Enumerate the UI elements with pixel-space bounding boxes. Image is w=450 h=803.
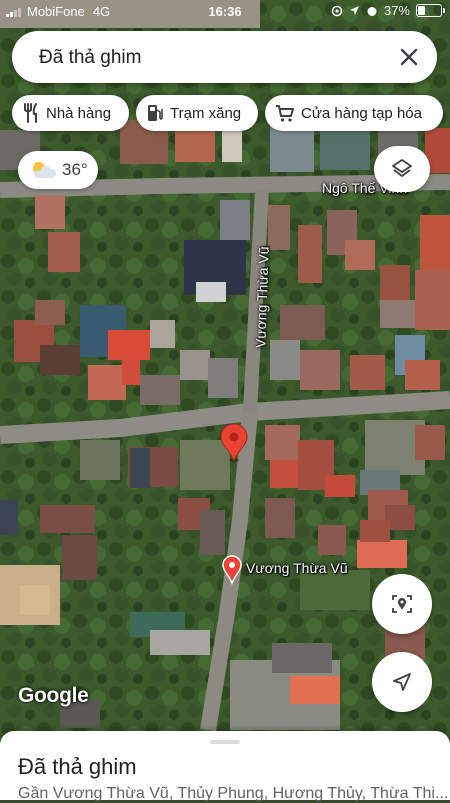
weather-chip[interactable]: 36° — [18, 151, 98, 189]
chip-label: Trạm xăng — [170, 104, 242, 122]
close-icon[interactable] — [391, 39, 427, 75]
chip-gas-stations[interactable]: Trạm xăng — [136, 95, 258, 131]
drag-handle[interactable] — [210, 740, 240, 744]
layers-icon — [392, 159, 412, 177]
layers-button[interactable] — [374, 146, 430, 192]
navigate-button[interactable] — [372, 652, 432, 712]
chip-grocery-stores[interactable]: Cửa hàng tạp hóa — [265, 95, 443, 131]
place-label[interactable]: Vương Thừa Vũ — [246, 560, 348, 576]
sheet-address: Gần Vương Thừa Vũ, Thủy Phung, Hương Thủ… — [18, 785, 449, 802]
restaurant-icon — [24, 103, 37, 123]
gas-station-icon — [148, 105, 163, 121]
my-location-button[interactable] — [372, 574, 432, 634]
battery-icon — [416, 4, 445, 17]
bottom-sheet[interactable]: Đã thả ghim Gần Vương Thừa Vũ, Thủy Phun… — [0, 731, 450, 802]
shopping-cart-icon — [276, 105, 294, 122]
chip-label: Cửa hàng tạp hóa — [301, 104, 422, 122]
status-bar: MobiFone 4G 16:36 37% — [0, 0, 450, 24]
partly-cloudy-icon — [33, 162, 57, 178]
temperature: 36° — [62, 160, 88, 179]
sheet-title: Đã thả ghim — [18, 754, 137, 779]
chip-label: Nhà hàng — [46, 104, 112, 122]
search-bar[interactable]: Đã thả ghim — [12, 31, 437, 83]
search-query[interactable]: Đã thả ghim — [39, 47, 141, 69]
location-arrow-icon — [349, 6, 359, 15]
alarm-icon — [367, 6, 377, 16]
location-services-icon — [331, 5, 343, 16]
chip-restaurants[interactable]: Nhà hàng — [12, 95, 129, 131]
navigation-arrow-icon — [393, 673, 411, 691]
google-logo: Google — [18, 684, 89, 707]
location-target-icon — [392, 595, 412, 613]
battery-percent: 37% — [383, 3, 410, 18]
